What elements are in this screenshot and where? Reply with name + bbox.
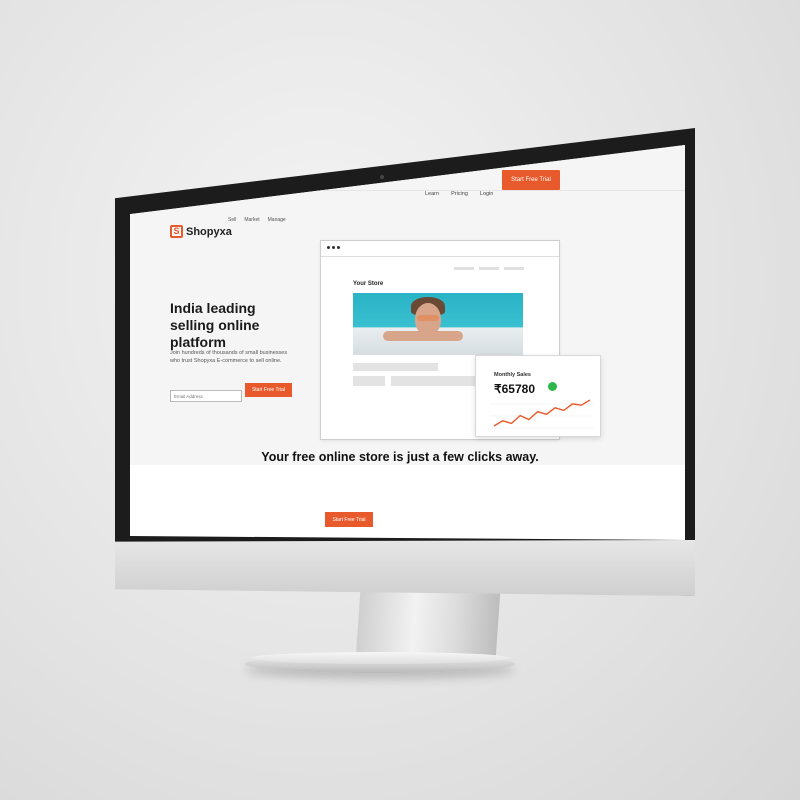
monitor-stand-base-top: [250, 652, 510, 664]
imac-mockup: S Shopyxa Sell Market Manage Learn Prici…: [0, 0, 800, 800]
logo-icon: S: [170, 225, 183, 238]
screen: S Shopyxa Sell Market Manage Learn Prici…: [130, 145, 685, 540]
nav-item-sell[interactable]: Sell: [228, 217, 236, 223]
sales-label: Monthly Sales: [494, 372, 531, 378]
nav-item-manage[interactable]: Manage: [268, 217, 286, 223]
store-nav-placeholders: [454, 267, 524, 270]
sunglasses-shape: [417, 315, 439, 321]
sales-trend-chart: [490, 399, 594, 429]
status-dot-icon: [548, 382, 557, 391]
store-window-titlebar: [321, 241, 559, 257]
monthly-sales-card: Monthly Sales ₹65780: [475, 355, 601, 437]
arm-shape: [383, 331, 463, 341]
brand-name: Shopyxa: [186, 225, 232, 238]
store-hero-image: [353, 293, 523, 355]
camera-icon: [380, 175, 384, 179]
nav-link-login[interactable]: Login: [480, 191, 493, 197]
cta-section-title: Your free online store is just a few cli…: [261, 450, 539, 464]
start-free-trial-button-bottom[interactable]: Start Free Trial: [325, 512, 373, 527]
top-navigation: Learn Pricing Login: [425, 191, 493, 197]
nav-item-market[interactable]: Market: [244, 217, 259, 223]
brand-logo[interactable]: S Shopyxa: [170, 225, 232, 238]
hero-subtitle: Join hundreds of thousands of small busi…: [170, 350, 288, 364]
hero-title: India leading selling online platform: [170, 300, 260, 350]
nav-link-learn[interactable]: Learn: [425, 191, 439, 197]
sub-navigation: Sell Market Manage: [228, 217, 286, 223]
store-text-placeholder: [353, 363, 438, 371]
email-input[interactable]: [170, 390, 242, 402]
monitor-chin: [115, 540, 695, 596]
store-title: Your Store: [353, 281, 384, 287]
store-block-placeholder: [353, 376, 385, 386]
nav-link-pricing[interactable]: Pricing: [451, 191, 468, 197]
store-block-placeholder: [391, 376, 481, 386]
window-dots-icon: [327, 246, 340, 249]
start-free-trial-button-header[interactable]: Start Free Trial: [502, 170, 560, 190]
start-free-trial-button-hero[interactable]: Start Free Trial: [245, 383, 292, 397]
